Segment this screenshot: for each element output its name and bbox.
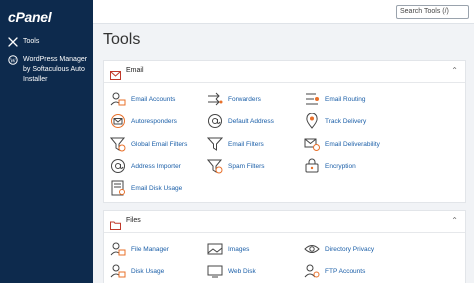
item-label: FTP Accounts: [325, 267, 366, 275]
sidebar-item-label: Tools: [23, 38, 40, 45]
address-importer-link[interactable]: Address Importer: [110, 158, 181, 174]
top-bar: Search Tools (/): [93, 0, 474, 24]
sidebar-item-label: WordPress Manager by Softaculous Auto In…: [23, 56, 88, 83]
directory-privacy-icon: [304, 241, 320, 257]
email-routing-link[interactable]: Email Routing: [304, 91, 365, 107]
email-routing-icon: [304, 91, 320, 107]
track-delivery-link[interactable]: Track Delivery: [304, 113, 366, 129]
files-section-title: Files: [126, 217, 141, 224]
chevron-up-icon[interactable]: ⌃: [451, 216, 458, 225]
email-deliverability-icon: [304, 136, 320, 152]
email-section-title: Email: [126, 67, 144, 74]
email-accounts-link[interactable]: Email Accounts: [110, 91, 175, 107]
email-accounts-icon: [110, 91, 126, 107]
item-label: Spam Filters: [228, 162, 265, 170]
default-address-link[interactable]: Default Address: [207, 113, 274, 129]
search-input[interactable]: Search Tools (/): [396, 5, 469, 19]
email-panel-header[interactable]: Email ⌃: [104, 61, 465, 83]
forwarders-link[interactable]: Forwarders: [207, 91, 261, 107]
page-title: Tools: [103, 31, 141, 48]
ftp-accounts-link[interactable]: FTP Accounts: [304, 263, 365, 279]
envelope-icon: [110, 67, 121, 80]
item-label: Directory Privacy: [325, 245, 375, 253]
item-label: File Manager: [131, 245, 169, 253]
file-manager-link[interactable]: File Manager: [110, 241, 169, 257]
item-label: Track Delivery: [325, 117, 367, 125]
default-address-icon: [207, 113, 223, 129]
chevron-up-icon[interactable]: ⌃: [451, 66, 458, 75]
item-label: Disk Usage: [131, 267, 165, 275]
folder-icon: [110, 217, 121, 230]
encryption-icon: [304, 158, 320, 174]
spam-filters-link[interactable]: Spam Filters: [207, 158, 264, 174]
email-disk-usage-icon: [110, 180, 126, 196]
sidebar-item-wordpress-manager[interactable]: W WordPress Manager by Softaculous Auto …: [8, 55, 90, 85]
disk-usage-icon: [110, 263, 126, 279]
item-label: Address Importer: [131, 162, 181, 170]
item-label: Global Email Filters: [131, 140, 188, 148]
web-disk-link[interactable]: Web Disk: [207, 263, 256, 279]
item-label: Web Disk: [228, 267, 256, 275]
wordpress-icon: W: [8, 55, 18, 65]
ftp-accounts-icon: [304, 263, 320, 279]
files-panel-header[interactable]: Files ⌃: [104, 211, 465, 233]
email-filters-link[interactable]: Email Filters: [207, 136, 264, 152]
sidebar-item-tools[interactable]: Tools: [8, 37, 39, 47]
cpanel-logo[interactable]: cPanel: [8, 9, 52, 25]
address-importer-icon: [110, 158, 126, 174]
tools-icon: [8, 37, 18, 47]
item-label: Email Deliverability: [325, 140, 380, 148]
item-label: Email Accounts: [131, 95, 176, 103]
svg-text:W: W: [10, 58, 16, 64]
item-label: Encryption: [325, 162, 356, 170]
track-delivery-icon: [304, 113, 320, 129]
disk-usage-link[interactable]: Disk Usage: [110, 263, 164, 279]
item-label: Forwarders: [228, 95, 261, 103]
autoresponders-icon: [110, 113, 126, 129]
file-manager-icon: [110, 241, 126, 257]
autoresponders-link[interactable]: Autoresponders: [110, 113, 177, 129]
item-label: Autoresponders: [131, 117, 177, 125]
item-label: Email Routing: [325, 95, 366, 103]
email-disk-usage-link[interactable]: Email Disk Usage: [110, 180, 182, 196]
images-icon: [207, 241, 223, 257]
spam-filters-icon: [207, 158, 223, 174]
images-link[interactable]: Images: [207, 241, 249, 257]
item-label: Images: [228, 245, 250, 253]
item-label: Default Address: [228, 117, 274, 125]
global-email-filters-link[interactable]: Global Email Filters: [110, 136, 187, 152]
directory-privacy-link[interactable]: Directory Privacy: [304, 241, 374, 257]
item-label: Email Filters: [228, 140, 264, 148]
email-deliverability-link[interactable]: Email Deliverability: [304, 136, 380, 152]
web-disk-icon: [207, 263, 223, 279]
item-label: Email Disk Usage: [131, 184, 183, 192]
email-filters-icon: [207, 136, 223, 152]
sidebar: cPanel Tools W WordPress Manager by Soft…: [0, 0, 93, 283]
global-email-filters-icon: [110, 136, 126, 152]
forwarders-icon: [207, 91, 223, 107]
encryption-link[interactable]: Encryption: [304, 158, 356, 174]
